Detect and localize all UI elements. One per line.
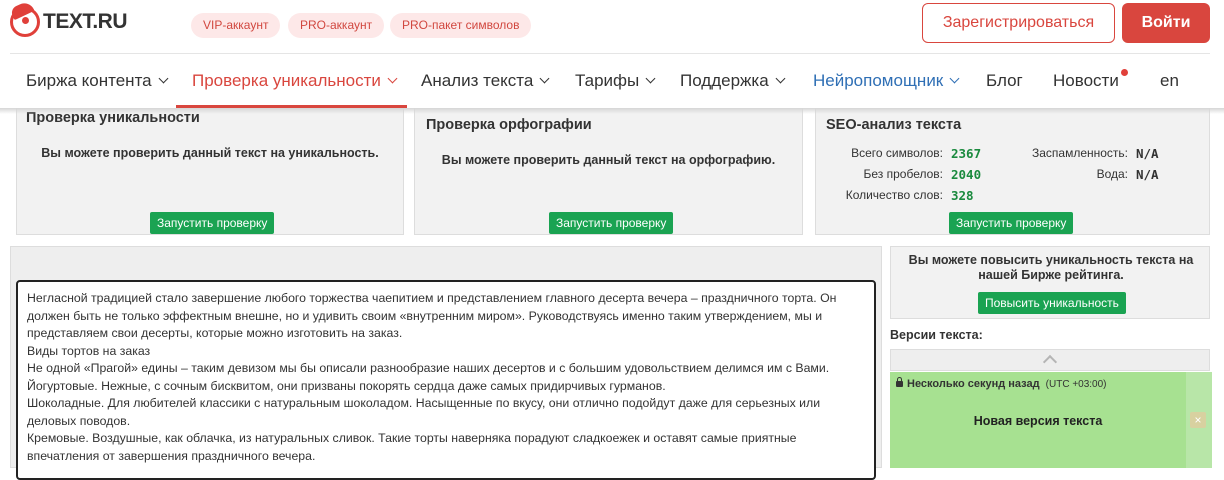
chevron-down-icon: [775, 73, 786, 84]
seo-value: 328: [951, 188, 974, 203]
text-paragraph: Негласной традицией стало завершение люб…: [27, 291, 837, 340]
chevron-up-icon: [1042, 354, 1058, 370]
pro-symbols-link[interactable]: PRO-пакет символов: [390, 13, 532, 38]
chevron-down-icon: [158, 73, 169, 84]
nav-item-news[interactable]: Новости: [1053, 71, 1119, 91]
nav-item-blog[interactable]: Блог: [986, 71, 1023, 91]
seo-value: 2040: [951, 167, 982, 182]
start-spelling-check-button[interactable]: Запустить проверку: [549, 212, 674, 234]
login-button[interactable]: Войти: [1122, 3, 1210, 43]
lock-icon: [896, 377, 903, 387]
seo-label: Без пробелов:: [863, 167, 944, 181]
uniqueness-message: Вы можете проверить данный текст на уник…: [41, 146, 379, 160]
nav-item-uniqueness[interactable]: Проверка уникальности: [192, 71, 398, 91]
versions-title: Версии текста:: [890, 328, 983, 342]
chevron-down-icon: [949, 73, 960, 84]
seo-water: Вода: N/A: [1006, 167, 1159, 182]
pro-account-link[interactable]: PRO-аккаунт: [288, 13, 385, 38]
nav-item-support[interactable]: Поддержка: [680, 71, 786, 91]
seo-title: SEO-анализ текста: [826, 117, 962, 133]
seo-no-spaces: Без пробелов: 2040: [821, 167, 982, 182]
site-header: TEXT.RU VIP-аккаунт PRO-аккаунт PRO-паке…: [0, 0, 1224, 108]
version-time: Несколько секунд назад: [907, 378, 1040, 390]
notification-dot: [1121, 69, 1128, 76]
version-item[interactable]: Несколько секунд назад (UTC +03:00) Нова…: [890, 372, 1210, 468]
seo-label: Всего символов:: [851, 146, 943, 160]
promo-box: Вы можете повысить уникальность текста н…: [890, 246, 1210, 319]
start-seo-check-button[interactable]: Запустить проверку: [949, 212, 1074, 234]
text-paragraph: Шоколадные. Для любителей классики с нат…: [27, 396, 821, 428]
active-tab-indicator: [176, 105, 407, 108]
nav-item-tariffs[interactable]: Тарифы: [575, 71, 656, 91]
seo-value: N/A: [1136, 167, 1159, 182]
site-logo[interactable]: TEXT.RU: [9, 0, 128, 37]
version-label: Новая версия текста: [973, 414, 1103, 428]
seo-value: 2367: [951, 146, 982, 161]
close-icon[interactable]: ×: [1190, 412, 1206, 428]
versions-scroll-up[interactable]: [890, 349, 1210, 371]
text-input-area[interactable]: Негласной традицией стало завершение люб…: [16, 280, 876, 480]
chevron-down-icon: [645, 73, 656, 84]
seo-panel: SEO-анализ текста Всего символов: 2367 Б…: [815, 96, 1210, 235]
seo-total-chars: Всего символов: 2367: [821, 146, 981, 161]
nav-item-text-analysis[interactable]: Анализ текста: [421, 71, 550, 91]
increase-uniqueness-button[interactable]: Повысить уникальность: [978, 292, 1126, 314]
logo-text: TEXT.RU: [43, 10, 128, 33]
text-paragraph: Йогуртовые. Нежные, с сочным бисквитом, …: [27, 378, 666, 393]
nav-item-language[interactable]: en: [1160, 71, 1179, 91]
seo-value: N/A: [1136, 146, 1159, 161]
chevron-down-icon: [387, 73, 398, 84]
text-paragraph: Не одной «Прагой» едины – таким девизом …: [27, 361, 830, 375]
chevron-down-icon: [539, 73, 550, 84]
nav-item-neuro-assistant[interactable]: Нейропомощник: [813, 71, 960, 91]
seo-word-count: Количество слов: 328: [821, 188, 974, 203]
start-uniqueness-check-button[interactable]: Запустить проверку: [150, 212, 275, 234]
register-button[interactable]: Зарегистрироваться: [922, 3, 1115, 43]
version-header: Несколько секунд назад (UTC +03:00): [896, 377, 1107, 390]
seo-label: Вода:: [1096, 167, 1128, 181]
spelling-title: Проверка орфографии: [426, 117, 592, 133]
logo-icon: [9, 0, 40, 37]
seo-label: Количество слов:: [845, 188, 943, 202]
promo-message: Вы можете повысить уникальность текста н…: [908, 253, 1194, 282]
seo-spam: Заспамленность: N/A: [1006, 146, 1159, 161]
uniqueness-panel: Проверка уникальности Вы можете проверит…: [16, 96, 404, 235]
nav-item-content-exchange[interactable]: Биржа контента: [26, 71, 169, 91]
seo-label: Заспамленность:: [1031, 146, 1128, 160]
version-timezone: (UTC +03:00): [1045, 379, 1107, 390]
vip-account-link[interactable]: VIP-аккаунт: [191, 13, 281, 38]
spelling-message: Вы можете проверить данный текст на орфо…: [441, 153, 776, 167]
spelling-panel: Проверка орфографии Вы можете проверить …: [414, 96, 803, 235]
text-paragraph: Виды тортов на заказ: [27, 343, 151, 358]
main-nav: Биржа контента Проверка уникальности Ана…: [0, 54, 1224, 109]
text-paragraph: Кремовые. Воздушные, как облачка, из нат…: [27, 431, 797, 463]
